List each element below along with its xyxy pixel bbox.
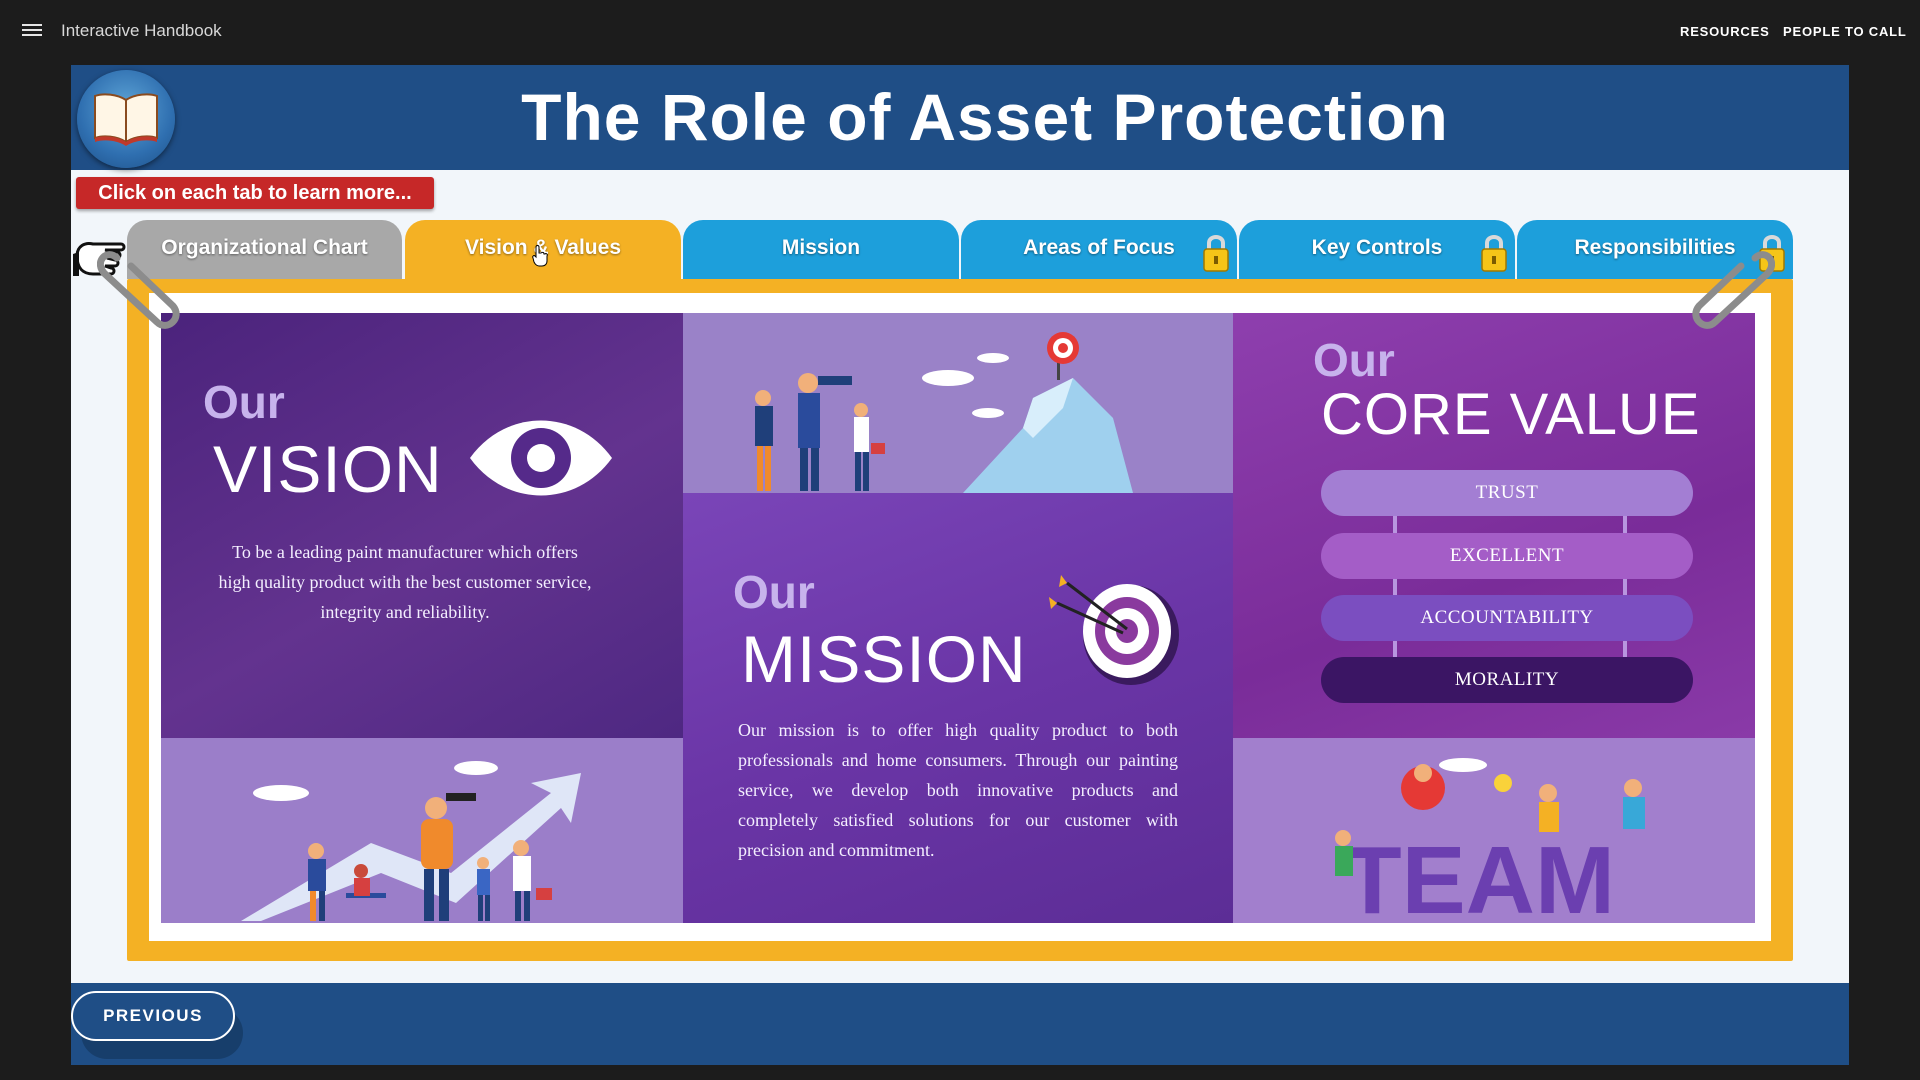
slide-stage: The Role of Asset Protection Click on ea… [71,65,1849,1065]
previous-button[interactable]: PREVIOUS [71,991,235,1041]
app-top-bar: Interactive Handbook RESOURCES PEOPLE TO… [0,0,1920,64]
app-title: Interactive Handbook [61,21,222,40]
slide-title: The Role of Asset Protection [521,80,1449,154]
mission-heading: MISSION [741,622,1027,696]
vision-heading: VISION [213,432,443,506]
content-frame: Our VISION To be a leading paint manufac… [127,279,1793,961]
core-value-item: TRUST [1321,470,1693,516]
eye-icon [470,420,612,496]
mission-our-label: Our [733,566,815,618]
footer-bar: PREVIOUS [71,983,1849,1065]
mountain-illustration [755,332,1133,493]
team-illustration: TEAM [1335,758,1645,918]
team-word: TEAM [1343,827,1615,918]
core-value-panel: Our CORE VALUE TRUST EXCELLENT ACCOUNTAB… [1233,313,1755,923]
mission-panel: Our MISSION Our mission is to offer high… [683,313,1233,923]
people-to-call-link[interactable]: PEOPLE TO CALL [1783,24,1907,39]
core-value-item: ACCOUNTABILITY [1321,595,1693,641]
paperclip-icon [97,251,180,329]
title-band: The Role of Asset Protection [71,65,1849,170]
growth-illustration [241,761,581,921]
core-value-item: MORALITY [1321,657,1693,703]
core-value-item: EXCELLENT [1321,533,1693,579]
core-value-our-label: Our [1313,334,1395,386]
lock-icon [1481,235,1507,272]
lock-icon [1203,235,1229,272]
tab-areas-of-focus[interactable]: Areas of Focus [961,220,1237,279]
mouse-cursor-icon [532,245,548,267]
target-icon [1049,575,1179,685]
core-value-heading: CORE VALUE [1321,382,1701,447]
content-image: Our VISION To be a leading paint manufac… [149,293,1771,941]
menu-icon[interactable] [22,24,42,40]
tab-key-controls[interactable]: Key Controls [1239,220,1515,279]
vision-text: To be a leading paint manufacturer which… [218,542,592,622]
paperclip-icon [1692,251,1775,329]
vision-panel: Our VISION To be a leading paint manufac… [161,313,683,923]
resources-link[interactable]: RESOURCES [1680,24,1770,39]
instruction-banner: Click on each tab to learn more... [76,177,434,209]
tab-mission[interactable]: Mission [683,220,959,279]
mission-text: Our mission is to offer high quality pro… [738,720,1178,860]
vision-our-label: Our [203,376,285,428]
